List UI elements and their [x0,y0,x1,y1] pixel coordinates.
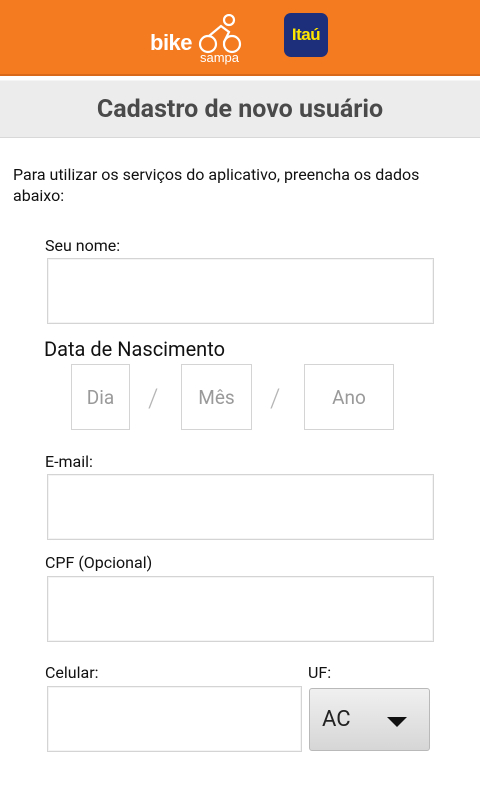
app-header: bike sampa Itaú [0,0,480,76]
email-input[interactable] [47,474,434,540]
uf-label: UF: [308,663,332,682]
triangle-down-icon [387,717,407,727]
uf-selected-value: AC [322,707,351,732]
cpf-input[interactable] [47,576,434,642]
birthdate-label: Data de Nascimento [44,337,225,361]
bike-sampa-logo: bike sampa [150,14,246,66]
date-separator: / [270,384,281,414]
intro-text: Para utilizar os serviços do aplicativo,… [13,165,420,205]
month-input[interactable]: Mês [181,364,252,430]
day-input[interactable]: Dia [71,364,130,430]
date-separator: / [148,384,159,414]
phone-input[interactable] [47,686,302,752]
year-input[interactable]: Ano [304,364,394,430]
phone-label: Celular: [45,663,99,682]
logo-sampa-text: sampa [200,50,240,65]
title-bar: Cadastro de novo usuário [0,80,480,138]
uf-dropdown[interactable]: AC [309,688,430,751]
page-title: Cadastro de novo usuário [96,94,384,124]
name-input[interactable] [47,258,434,324]
cpf-label: CPF (Opcional) [45,553,153,572]
name-label: Seu nome: [45,236,121,255]
cyclist-logo-icon [198,14,242,54]
email-label: E-mail: [45,452,93,471]
logo-bike-text: bike [150,30,193,55]
itau-logo: Itaú [284,13,328,57]
